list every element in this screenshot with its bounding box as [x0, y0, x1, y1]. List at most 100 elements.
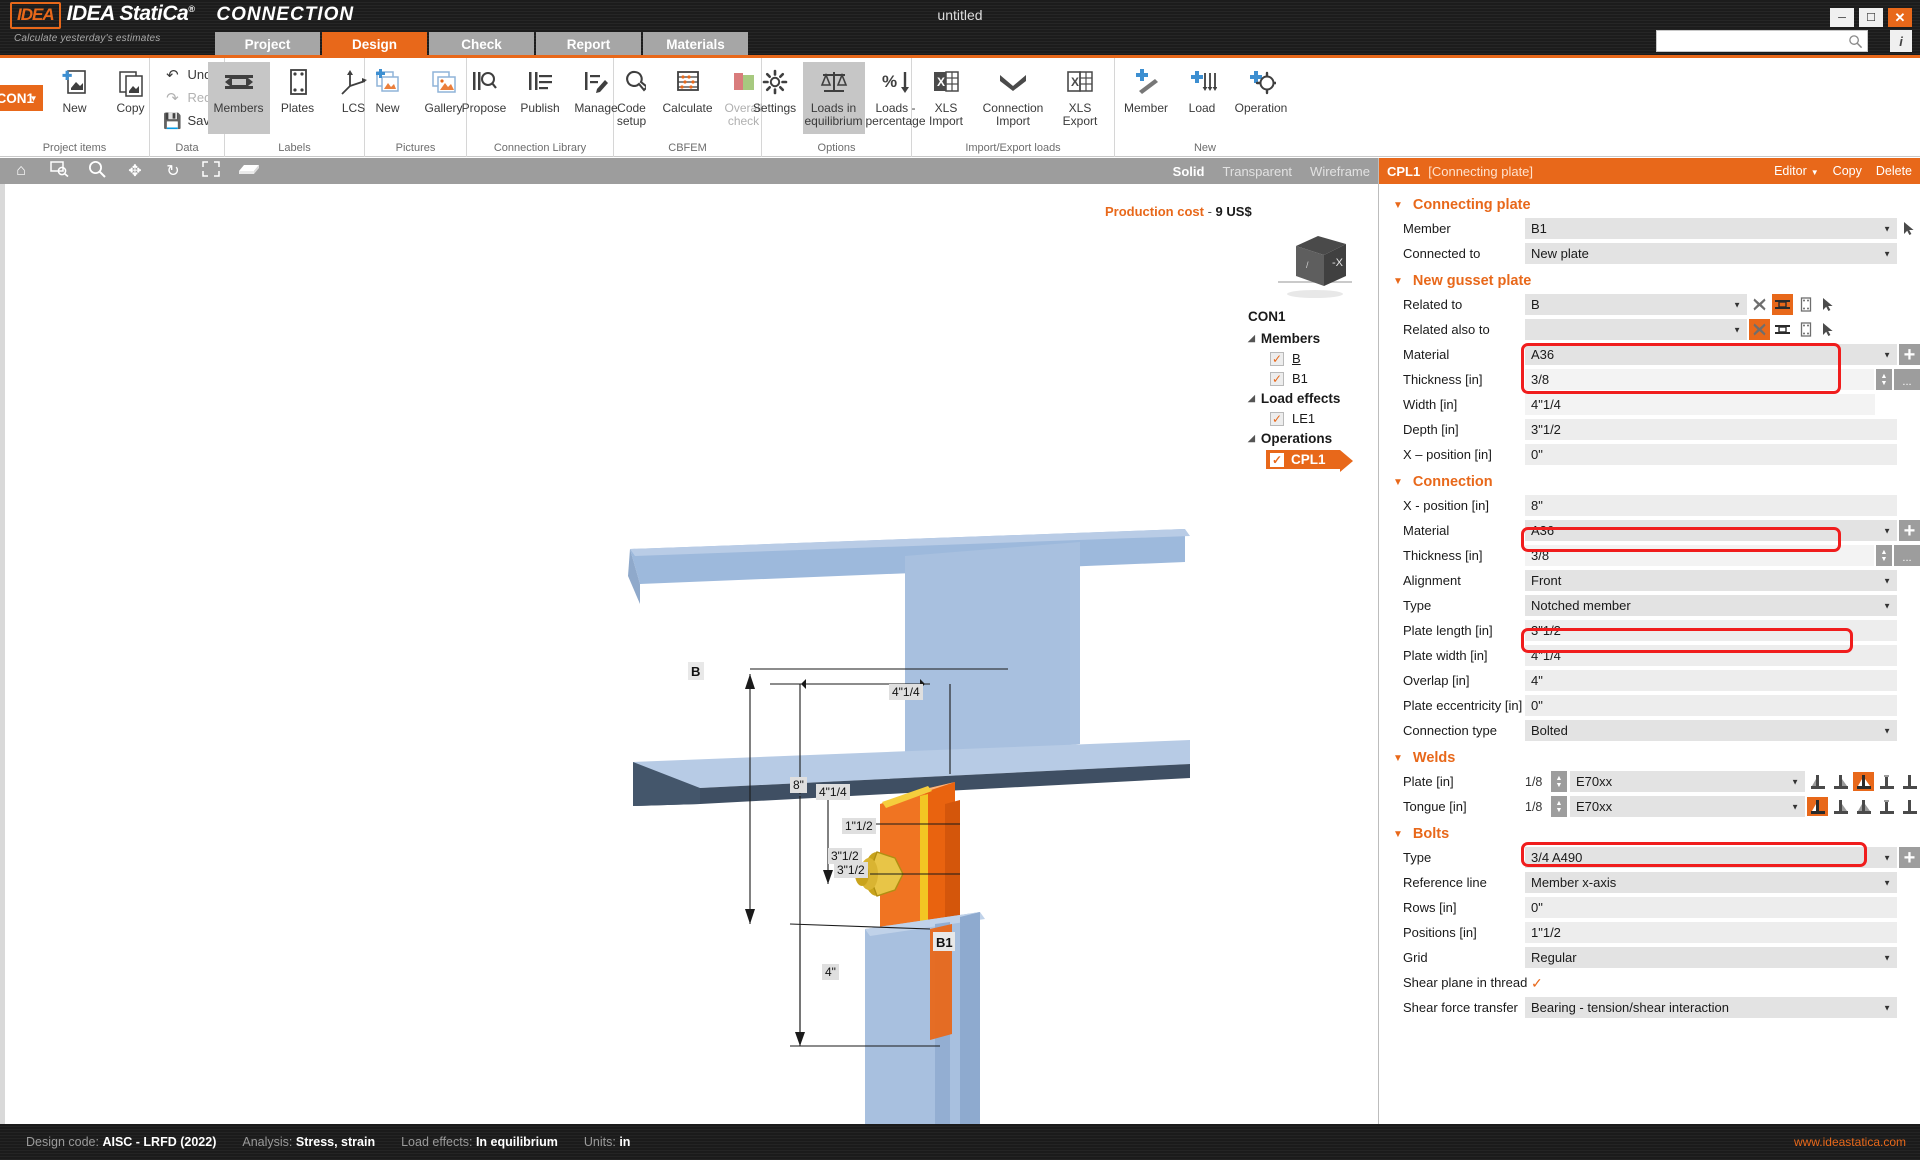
add-material-button[interactable]: + — [1899, 344, 1920, 365]
new-load-button[interactable]: Load — [1174, 62, 1230, 134]
alignment-combo[interactable]: Front ▼ — [1525, 570, 1897, 591]
tab-check[interactable]: Check — [429, 32, 534, 57]
plate-icon[interactable] — [1795, 294, 1816, 315]
view-mode-solid[interactable]: Solid — [1173, 164, 1205, 179]
calculate-button[interactable]: Calculate — [660, 62, 716, 134]
bevel-icon[interactable] — [1876, 797, 1897, 816]
gusset-depth-input[interactable]: 3"1/2 — [1525, 419, 1897, 440]
add-bolt-type-button[interactable]: + — [1899, 847, 1920, 868]
tree-item-b[interactable]: ✓ B — [1270, 351, 1340, 366]
settings-button[interactable]: Settings — [747, 62, 803, 134]
plate-eccentricity-input[interactable]: 0" — [1525, 695, 1897, 716]
section-bolts[interactable]: ▼ Bolts — [1379, 821, 1920, 847]
butt-icon[interactable] — [1899, 797, 1920, 816]
model-viewport[interactable]: Production cost - 9 US$ -X / — [0, 184, 1378, 1124]
view-mode-wireframe[interactable]: Wireframe — [1310, 164, 1370, 179]
maximize-icon[interactable]: ☐ — [1859, 8, 1883, 27]
view-mode-transparent[interactable]: Transparent — [1222, 164, 1292, 179]
member-combo[interactable]: B1 ▼ — [1525, 218, 1897, 239]
new-member-button[interactable]: Member — [1118, 62, 1174, 134]
view-3d-icon[interactable] — [238, 162, 260, 181]
xls-export-button[interactable]: X XLS Export — [1049, 62, 1111, 134]
section-new-gusset-plate[interactable]: ▼ New gusset plate — [1379, 268, 1920, 294]
tree-item-b1[interactable]: ✓ B1 — [1270, 371, 1340, 386]
section-welds[interactable]: ▼ Welds — [1379, 745, 1920, 771]
fillet-left-icon[interactable] — [1807, 797, 1828, 816]
related-to-picker-button[interactable] — [1818, 294, 1839, 315]
tab-materials[interactable]: Materials — [643, 32, 748, 57]
section-connecting-plate[interactable]: ▼ Connecting plate — [1379, 192, 1920, 218]
close-icon[interactable]: ✕ — [1888, 8, 1912, 27]
website-link[interactable]: www.ideastatica.com — [1794, 1135, 1906, 1149]
gusset-width-input[interactable]: 4"1/4 — [1525, 394, 1875, 415]
code-setup-button[interactable]: Code setup — [604, 62, 660, 134]
plate-width-input[interactable]: 4"1/4 — [1525, 645, 1897, 666]
weld-plate-stepper[interactable]: ▲▼ — [1551, 771, 1567, 792]
bevel-icon[interactable] — [1876, 772, 1897, 791]
pan-icon[interactable]: ✥ — [124, 161, 146, 181]
tree-group-load-effects[interactable]: ◢ Load effects — [1248, 391, 1340, 406]
minimize-icon[interactable]: ─ — [1830, 8, 1854, 27]
bolt-type-combo[interactable]: 3/4 A490 ▼ — [1525, 847, 1897, 868]
related-also-to-combo[interactable]: ▼ — [1525, 319, 1747, 340]
checkbox-b[interactable]: ✓ — [1270, 352, 1284, 366]
weld-plate-combo[interactable]: E70xx ▼ — [1570, 771, 1805, 792]
home-icon[interactable]: ⌂ — [10, 162, 32, 180]
conn-material-combo[interactable]: A36 ▼ — [1525, 520, 1897, 541]
conn-thickness-stepper[interactable]: ▲▼ — [1876, 545, 1892, 566]
connected-to-combo[interactable]: New plate ▼ — [1525, 243, 1897, 264]
connection-selector[interactable]: CON1▼ — [0, 85, 43, 111]
shear-plane-in-thread-checkbox[interactable]: ✓ — [1531, 976, 1545, 990]
member-icon[interactable] — [1772, 319, 1793, 340]
add-conn-material-button[interactable]: + — [1899, 520, 1920, 541]
none-x-icon[interactable] — [1749, 319, 1770, 340]
conn-thickness-input[interactable]: 3/8 — [1525, 545, 1874, 566]
tab-project[interactable]: Project — [215, 32, 320, 57]
tree-group-members[interactable]: ◢ Members — [1248, 331, 1340, 346]
reference-line-combo[interactable]: Member x-axis ▼ — [1525, 872, 1897, 893]
member-picker-button[interactable] — [1899, 218, 1920, 239]
rows-input[interactable]: 0" — [1525, 897, 1897, 918]
labels-members-button[interactable]: Members — [208, 62, 270, 134]
connection-type-combo[interactable]: Bolted ▼ — [1525, 720, 1897, 741]
gusset-x-position-input[interactable]: 0" — [1525, 444, 1897, 465]
conn-thickness-more-button[interactable]: ... — [1894, 545, 1920, 566]
xls-import-button[interactable]: X XLS Import — [915, 62, 977, 134]
fillet-left-icon[interactable] — [1807, 772, 1828, 791]
publish-button[interactable]: Publish — [512, 62, 568, 134]
zoom-window-icon[interactable] — [48, 160, 70, 182]
conn-x-position-input[interactable]: 8" — [1525, 495, 1897, 516]
search-input[interactable] — [1656, 30, 1868, 52]
none-x-icon[interactable] — [1749, 294, 1770, 315]
plate-icon[interactable] — [1795, 319, 1816, 340]
checkbox-b1[interactable]: ✓ — [1270, 372, 1284, 386]
tree-item-cpl1[interactable]: ✓ CPL1 — [1266, 450, 1340, 469]
editor-button[interactable]: Editor▼ — [1774, 164, 1819, 178]
weld-tongue-stepper[interactable]: ▲▼ — [1551, 796, 1567, 817]
fillet-right-icon[interactable] — [1830, 797, 1851, 816]
butt-icon[interactable] — [1899, 772, 1920, 791]
tab-design[interactable]: Design — [322, 32, 427, 57]
weld-tongue-combo[interactable]: E70xx ▼ — [1570, 796, 1805, 817]
grid-combo[interactable]: Regular ▼ — [1525, 947, 1897, 968]
overlap-input[interactable]: 4" — [1525, 670, 1897, 691]
delete-operation-button[interactable]: Delete — [1876, 164, 1912, 178]
checkbox-cpl1[interactable]: ✓ — [1270, 453, 1284, 467]
tab-report[interactable]: Report — [536, 32, 641, 57]
info-button[interactable]: i — [1890, 30, 1912, 52]
positions-input[interactable]: 1"1/2 — [1525, 922, 1897, 943]
fillet-right-icon[interactable] — [1830, 772, 1851, 791]
double-fillet-icon[interactable] — [1853, 772, 1874, 791]
shear-force-transfer-combo[interactable]: Bearing - tension/shear interaction ▼ — [1525, 997, 1897, 1018]
related-also-picker-button[interactable] — [1818, 319, 1839, 340]
gusset-material-combo[interactable]: A36 ▼ — [1525, 344, 1897, 365]
fit-screen-icon[interactable] — [200, 161, 222, 182]
related-to-combo[interactable]: B ▼ — [1525, 294, 1747, 315]
gusset-thickness-more-button[interactable]: ... — [1894, 369, 1920, 390]
gusset-thickness-input[interactable]: 3/8 — [1525, 369, 1874, 390]
member-icon[interactable] — [1772, 294, 1793, 315]
type-combo[interactable]: Notched member ▼ — [1525, 595, 1897, 616]
new-picture-button[interactable]: New — [360, 62, 416, 134]
plate-length-input[interactable]: 3"1/2 — [1525, 620, 1897, 641]
copy-operation-button[interactable]: Copy — [1833, 164, 1862, 178]
